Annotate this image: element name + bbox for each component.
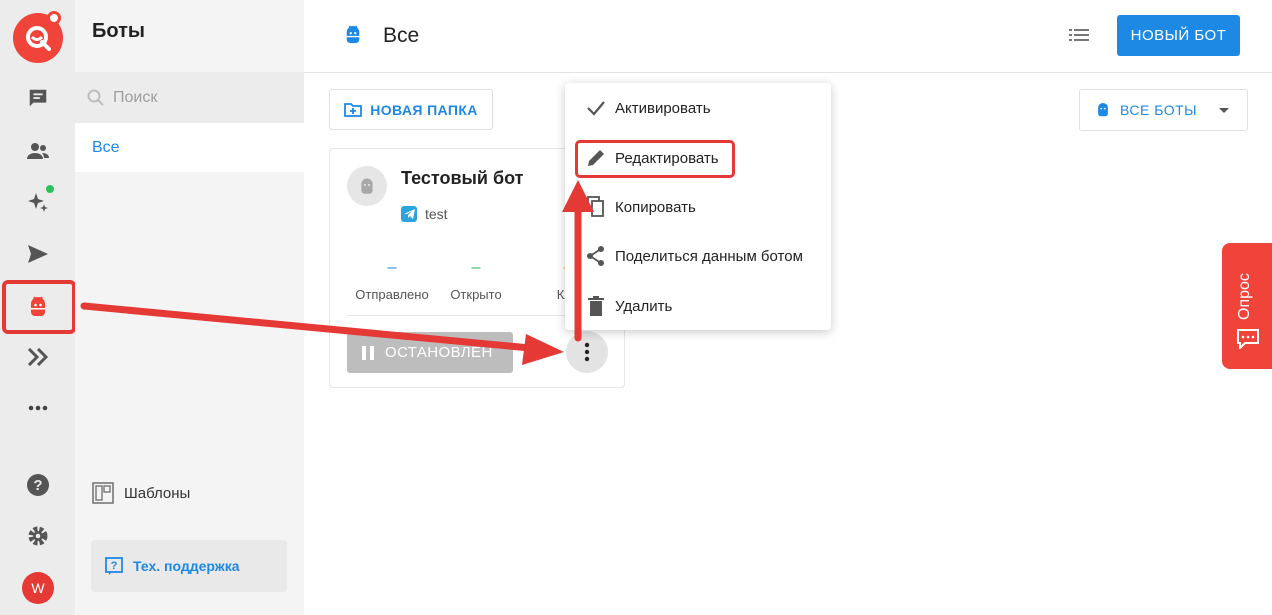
new-folder-label: НОВАЯ ПАПКА: [370, 101, 478, 118]
bots-sidebar: Боты Поиск Все Шаблоны ? Тех. поддержка: [75, 0, 304, 615]
support-question-icon: ?: [105, 557, 123, 575]
bot-avatar: [347, 166, 387, 206]
settings-gear-icon[interactable]: [22, 520, 54, 552]
menu-item-activate-label: Активировать: [615, 99, 711, 117]
chevrons-right-icon[interactable]: [22, 341, 54, 373]
bot-more-button[interactable]: [566, 331, 608, 373]
menu-item-share-label: Поделиться данным ботом: [615, 247, 803, 265]
templates-link[interactable]: Шаблоны: [92, 482, 190, 504]
sidebar-title: Боты: [92, 20, 145, 42]
new-bot-button[interactable]: НОВЫЙ БОТ: [1117, 15, 1240, 56]
bot-avatar-icon: [361, 178, 373, 194]
bots-nav-highlight: [2, 280, 76, 334]
menu-item-delete-label: Удалить: [615, 297, 673, 315]
bot-channel: test: [401, 206, 448, 222]
stat-opened: – Открыто: [431, 259, 521, 302]
robot-filter-icon: [1098, 103, 1108, 117]
check-icon: [584, 96, 608, 120]
more-horizontal-icon[interactable]: [22, 392, 54, 424]
stat-sent-label: Отправлено: [355, 287, 429, 302]
bot-name: Тестовый бот: [401, 168, 524, 188]
contacts-icon[interactable]: [22, 135, 54, 167]
pause-icon: [362, 345, 374, 360]
copy-icon: [584, 195, 608, 219]
user-avatar[interactable]: W: [22, 572, 54, 604]
trash-icon: [584, 294, 608, 318]
templates-icon: [92, 482, 114, 504]
menu-item-copy[interactable]: Копировать: [565, 187, 831, 227]
search-input[interactable]: Поиск: [75, 72, 304, 123]
more-vertical-icon: [584, 342, 590, 362]
logo-notification-dot: [47, 11, 61, 25]
all-bots-label: ВСЕ БОТЫ: [1120, 102, 1198, 118]
send-icon[interactable]: [22, 238, 54, 270]
stat-sent: – Отправлено: [347, 259, 437, 302]
poll-tab-label: Опрос: [1236, 273, 1253, 320]
svg-text:?: ?: [33, 477, 42, 494]
folder-plus-icon: [344, 103, 363, 117]
stat-sent-value: –: [387, 259, 397, 276]
poll-chat-icon: [1237, 329, 1259, 349]
page-title: Все: [383, 24, 420, 47]
tech-support-button[interactable]: ? Тех. поддержка: [91, 540, 287, 592]
svg-text:?: ?: [111, 560, 118, 572]
stat-opened-label: Открыто: [450, 287, 502, 302]
tech-support-label: Тех. поддержка: [133, 558, 240, 574]
all-bots-filter[interactable]: ВСЕ БОТЫ: [1079, 89, 1248, 131]
bot-status-button[interactable]: ОСТАНОВЛЕН: [347, 332, 513, 373]
menu-item-copy-label: Копировать: [615, 198, 696, 216]
templates-label: Шаблоны: [124, 484, 191, 502]
bot-context-menu: Активировать Редактировать Копировать По…: [565, 83, 831, 330]
telegram-icon: [401, 206, 417, 222]
main-area: Все НОВЫЙ БОТ НОВАЯ ПАПКА ВСЕ БОТЫ Тесто…: [304, 0, 1272, 615]
top-bar: Все НОВЫЙ БОТ: [304, 0, 1272, 73]
help-icon[interactable]: ?: [22, 469, 54, 501]
bot-channel-label: test: [425, 206, 448, 222]
search-icon: [87, 89, 104, 106]
icon-rail: ? W: [0, 0, 76, 615]
menu-item-activate[interactable]: Активировать: [565, 88, 831, 128]
share-icon: [584, 244, 608, 268]
new-folder-button[interactable]: НОВАЯ ПАПКА: [329, 89, 493, 130]
stat-opened-value: –: [471, 259, 481, 276]
sidebar-item-all[interactable]: Все: [75, 123, 304, 172]
bot-status-label: ОСТАНОВЛЕН: [385, 344, 493, 361]
ai-status-dot: [46, 185, 54, 193]
search-placeholder: Поиск: [113, 88, 158, 106]
edit-item-highlight: [575, 140, 735, 178]
menu-item-share[interactable]: Поделиться данным ботом: [565, 236, 831, 276]
dropdown-caret-icon: [1219, 108, 1229, 113]
menu-item-delete[interactable]: Удалить: [565, 286, 831, 326]
logo-icon: [26, 26, 51, 51]
chat-icon[interactable]: [22, 82, 54, 114]
list-view-icon[interactable]: [1069, 27, 1089, 43]
robot-icon: [346, 25, 360, 44]
